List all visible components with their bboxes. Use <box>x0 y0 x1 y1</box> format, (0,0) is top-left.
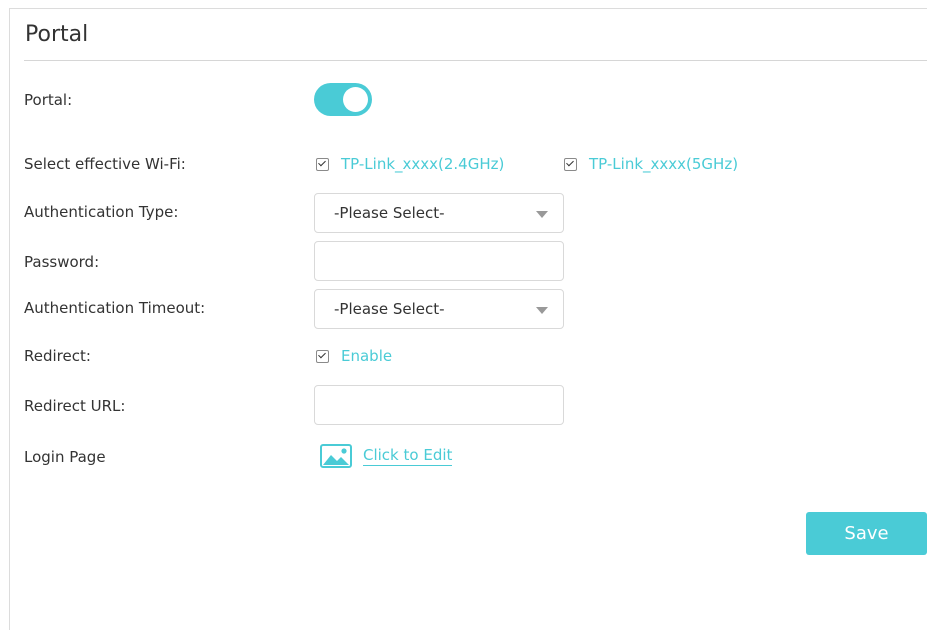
section-divider <box>24 60 927 61</box>
checkbox-checked-icon <box>316 349 329 363</box>
save-button[interactable]: Save <box>806 512 927 555</box>
wifi-checkbox-2g[interactable]: TP-Link_xxxx(2.4GHz) <box>316 155 504 173</box>
checkbox-checked-icon <box>316 157 329 171</box>
redirect-url-label: Redirect URL: <box>24 397 126 415</box>
auth-type-value: -Please Select- <box>334 204 445 222</box>
auth-timeout-select[interactable]: -Please Select- <box>314 289 564 329</box>
click-to-edit-link[interactable]: Click to Edit <box>363 446 453 466</box>
toggle-knob <box>343 87 368 112</box>
wifi-option-label-2g: TP-Link_xxxx(2.4GHz) <box>341 155 505 173</box>
password-input[interactable] <box>314 241 564 281</box>
portal-label: Portal: <box>24 91 73 109</box>
wifi-label: Select effective Wi-Fi: <box>24 155 186 173</box>
auth-timeout-label: Authentication Timeout: <box>24 299 206 317</box>
checkbox-checked-icon <box>564 157 577 171</box>
redirect-url-input[interactable] <box>314 385 564 425</box>
login-page-label: Login Page <box>24 448 106 466</box>
auth-timeout-value: -Please Select- <box>334 300 445 318</box>
redirect-enable-checkbox[interactable]: Enable <box>316 347 392 365</box>
image-icon <box>320 444 352 468</box>
auth-type-select[interactable]: -Please Select- <box>314 193 564 233</box>
redirect-label: Redirect: <box>24 347 91 365</box>
wifi-option-label-5g: TP-Link_xxxx(5GHz) <box>589 155 739 173</box>
auth-type-label: Authentication Type: <box>24 203 179 221</box>
section-title: Portal <box>25 22 89 47</box>
login-page-edit-link[interactable]: Click to Edit <box>320 444 453 468</box>
password-label: Password: <box>24 253 100 271</box>
redirect-enable-label: Enable <box>341 347 393 365</box>
chevron-down-icon <box>536 307 548 314</box>
wifi-checkbox-5g[interactable]: TP-Link_xxxx(5GHz) <box>564 155 738 173</box>
chevron-down-icon <box>536 211 548 218</box>
portal-toggle[interactable] <box>314 83 372 116</box>
